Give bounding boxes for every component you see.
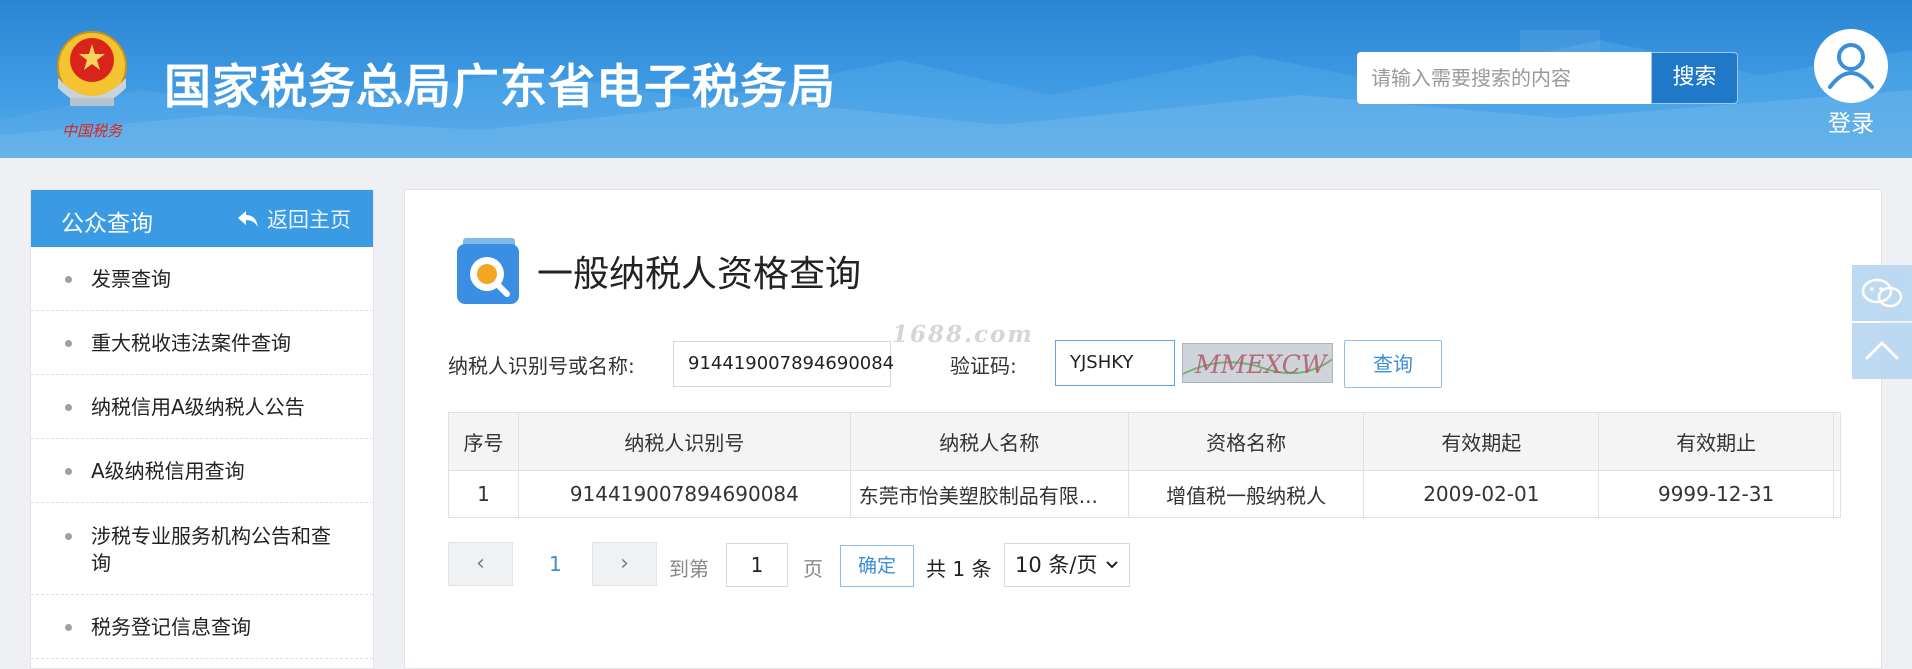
chevron-left-icon: ‹ [476, 551, 485, 576]
next-page-button[interactable]: › [592, 542, 657, 586]
taxpayer-label: 纳税人识别号或名称: [448, 354, 635, 378]
sidebar-item-label: 税务登记信息查询 [91, 615, 251, 639]
table-cell: 东莞市怡美塑胶制品有限... [849, 470, 1129, 518]
table-cell-filler [1832, 470, 1842, 518]
sidebar-item-major-violation-query[interactable]: 重大税收违法案件查询 [31, 311, 373, 375]
sidebar-item-a-level-credit-query[interactable]: A级纳税信用查询 [31, 439, 373, 503]
main-panel: 一般纳税人资格查询 1688.com 纳税人识别号或名称: 9144190078… [404, 189, 1882, 669]
table-row: 1 914419007894690084 东莞市怡美塑胶制品有限... 增值税一… [448, 470, 1842, 518]
taxpayer-id-input[interactable]: 914419007894690084 [673, 341, 894, 387]
sidebar-item-label: 发票查询 [91, 267, 171, 291]
table-cell: 增值税一般纳税人 [1127, 470, 1365, 518]
back-to-top-button[interactable] [1852, 323, 1912, 379]
total-count: 共 1 条 [926, 557, 992, 581]
table-cell: 914419007894690084 [517, 470, 851, 518]
table-cell: 9999-12-31 [1598, 470, 1834, 518]
sidebar-header: 公众查询 返回主页 [31, 190, 373, 247]
bullet-icon [65, 276, 72, 283]
captcha-input[interactable]: YJSHKY [1055, 340, 1175, 386]
search-button[interactable]: 搜索 [1651, 52, 1738, 104]
site-header: 中国税务 国家税务总局广东省电子税务局 搜索 登录 [0, 0, 1912, 158]
table-header-row: 序号 纳税人识别号 纳税人名称 资格名称 有效期起 有效期止 [448, 412, 1842, 471]
column-header: 纳税人名称 [849, 412, 1129, 471]
goto-confirm-button[interactable]: 确定 [840, 545, 914, 587]
return-arrow-icon [238, 211, 258, 227]
goto-page-input[interactable]: 1 [726, 543, 788, 587]
page-title: 一般纳税人资格查询 [537, 254, 862, 295]
back-home-link[interactable]: 返回主页 [237, 204, 351, 234]
bullet-icon [65, 468, 72, 475]
wechat-icon [1861, 278, 1903, 308]
login-link[interactable]: 登录 [1818, 104, 1884, 138]
chevron-up-icon [1864, 340, 1900, 361]
column-header: 有效期止 [1598, 412, 1834, 471]
chevron-down-icon [1105, 544, 1119, 602]
goto-label: 到第 [669, 557, 709, 581]
bullet-icon [65, 624, 72, 631]
watermark-text: 1688.com [892, 321, 1034, 348]
sidebar-item-tax-service-agency[interactable]: 涉税专业服务机构公告和查询 [31, 503, 373, 595]
sidebar-item-label: 纳税信用A级纳税人公告 [91, 395, 305, 419]
search-input[interactable] [1357, 52, 1653, 104]
back-home-label: 返回主页 [267, 208, 351, 232]
user-icon [1828, 43, 1874, 89]
bullet-icon [65, 340, 72, 347]
column-header: 资格名称 [1127, 412, 1365, 471]
query-search-icon [457, 238, 519, 304]
sidebar-title: 公众查询 [61, 211, 153, 237]
sidebar-item-label: 重大税收违法案件查询 [91, 331, 291, 355]
captcha-label: 验证码: [950, 354, 1017, 378]
national-emblem-logo: 中国税务 [57, 31, 127, 140]
sidebar-item-invoice-query[interactable]: 发票查询 [31, 247, 373, 311]
sidebar: 公众查询 返回主页 发票查询 重大税收违法案件查询 纳税信用A级纳税人公告 A级… [30, 189, 374, 669]
page-number-current[interactable]: 1 [549, 552, 562, 576]
query-button[interactable]: 查询 [1344, 340, 1442, 388]
bullet-icon [65, 533, 72, 540]
sidebar-item-tax-registration-query[interactable]: 税务登记信息查询 [31, 595, 373, 659]
column-header: 序号 [448, 412, 519, 471]
captcha-image[interactable]: MMEXCW [1182, 343, 1333, 383]
chevron-right-icon: › [620, 551, 629, 576]
column-header-filler [1832, 412, 1842, 471]
sidebar-item-label: 涉税专业服务机构公告和查询 [91, 524, 331, 575]
table-cell: 2009-02-01 [1363, 470, 1600, 518]
login-avatar[interactable] [1814, 29, 1888, 103]
sidebar-item-a-level-announcement[interactable]: 纳税信用A级纳税人公告 [31, 375, 373, 439]
column-header: 有效期起 [1363, 412, 1600, 471]
bullet-icon [65, 404, 72, 411]
site-title: 国家税务总局广东省电子税务局 [164, 60, 836, 115]
result-table: 序号 纳税人识别号 纳税人名称 资格名称 有效期起 有效期止 1 9144190… [448, 412, 1842, 518]
page-unit-label: 页 [803, 557, 823, 581]
page-size-value: 10 条/页 [1015, 553, 1098, 577]
captcha-image-text: MMEXCW [1194, 350, 1329, 379]
prev-page-button[interactable]: ‹ [448, 542, 513, 586]
column-header: 纳税人识别号 [517, 412, 851, 471]
wechat-float-button[interactable] [1852, 265, 1912, 321]
emblem-text: 中国税务 [62, 122, 124, 140]
sidebar-item-label: A级纳税信用查询 [91, 459, 245, 483]
table-cell: 1 [448, 470, 519, 518]
page-size-select[interactable]: 10 条/页 [1004, 543, 1130, 587]
